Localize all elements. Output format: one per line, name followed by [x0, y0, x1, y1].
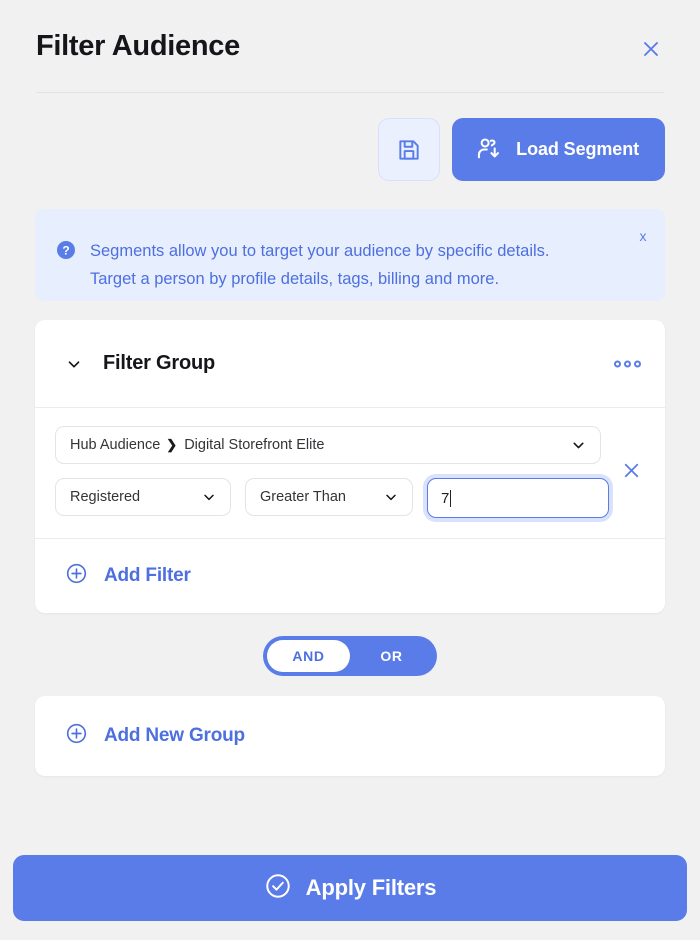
banner-line-1: Segments allow you to target your audien…: [90, 242, 550, 260]
save-segment-button[interactable]: [378, 118, 441, 181]
filter-row-area: Hub Audience ❯ Digital Storefront Elite …: [35, 408, 665, 539]
chevron-down-icon: [383, 489, 399, 505]
banner-text: Segments allow you to target your audien…: [90, 237, 630, 293]
three-dots-icon[interactable]: [614, 360, 641, 367]
filter-group-title: Filter Group: [103, 352, 216, 374]
close-dialog-button[interactable]: [638, 36, 664, 62]
table-row: Hub Audience ❯ Digital Storefront Elite …: [35, 426, 665, 518]
load-segment-label: Load Segment: [516, 139, 639, 159]
close-x-icon: [624, 463, 638, 477]
close-x-icon: [644, 42, 658, 56]
floppy-disk-save-icon: [399, 139, 419, 160]
add-new-group-button[interactable]: Add New Group: [35, 696, 665, 776]
filter-field-select[interactable]: Registered: [55, 478, 231, 516]
audience-source-select[interactable]: Hub Audience ❯ Digital Storefront Elite: [55, 426, 601, 464]
chevron-down-icon: [201, 489, 217, 505]
banner-close-button[interactable]: x: [634, 227, 652, 245]
chevron-down-icon: [570, 437, 587, 454]
add-new-group-card: Add New Group: [35, 696, 665, 776]
add-filter-label: Add Filter: [104, 565, 191, 586]
filter-field-value: Registered: [70, 489, 141, 505]
filter-value-input[interactable]: 7: [427, 478, 609, 518]
add-filter-button[interactable]: Add Filter: [35, 539, 665, 613]
apply-filters-label: Apply Filters: [305, 875, 437, 900]
filter-operator-value: Greater Than: [260, 489, 346, 505]
plus-circle-icon: [65, 562, 88, 590]
question-circle-icon: ?: [56, 240, 76, 265]
segment-actions: Load Segment: [378, 118, 665, 181]
filter-group-card: Filter Group Hub Audience ❯ Digital Stor…: [35, 320, 665, 613]
user-download-icon: [478, 138, 500, 159]
audience-source-value: Digital Storefront Elite: [184, 437, 325, 453]
text-caret: [450, 489, 452, 507]
filter-operator-select[interactable]: Greater Than: [245, 478, 413, 516]
filter-value-text: 7: [441, 489, 450, 507]
header-divider: [36, 92, 664, 93]
svg-text:?: ?: [62, 244, 69, 258]
delete-filter-row-button[interactable]: [619, 458, 643, 482]
plus-circle-icon: [65, 722, 88, 750]
apply-filters-button[interactable]: Apply Filters: [13, 855, 687, 921]
filter-audience-dialog: Filter Audience Load Segment ? Segments …: [0, 0, 700, 940]
logic-toggle-and[interactable]: AND: [267, 640, 350, 672]
banner-line-2: Target a person by profile details, tags…: [90, 270, 500, 288]
add-new-group-label: Add New Group: [104, 725, 245, 746]
audience-source-prefix: Hub Audience: [70, 437, 161, 453]
breadcrumb-separator-icon: ❯: [166, 437, 178, 452]
filter-group-header: Filter Group: [35, 320, 665, 408]
info-banner: ? Segments allow you to target your audi…: [35, 209, 665, 301]
filter-condition-row: Registered Greater Than 7: [55, 478, 635, 518]
chevron-down-icon[interactable]: [65, 355, 83, 373]
check-circle-icon: [264, 872, 292, 905]
logic-toggle-or[interactable]: OR: [350, 640, 433, 672]
page-title: Filter Audience: [36, 30, 240, 62]
logic-toggle[interactable]: AND OR: [263, 636, 437, 676]
load-segment-button[interactable]: Load Segment: [452, 118, 665, 181]
dialog-header: Filter Audience: [0, 0, 700, 93]
